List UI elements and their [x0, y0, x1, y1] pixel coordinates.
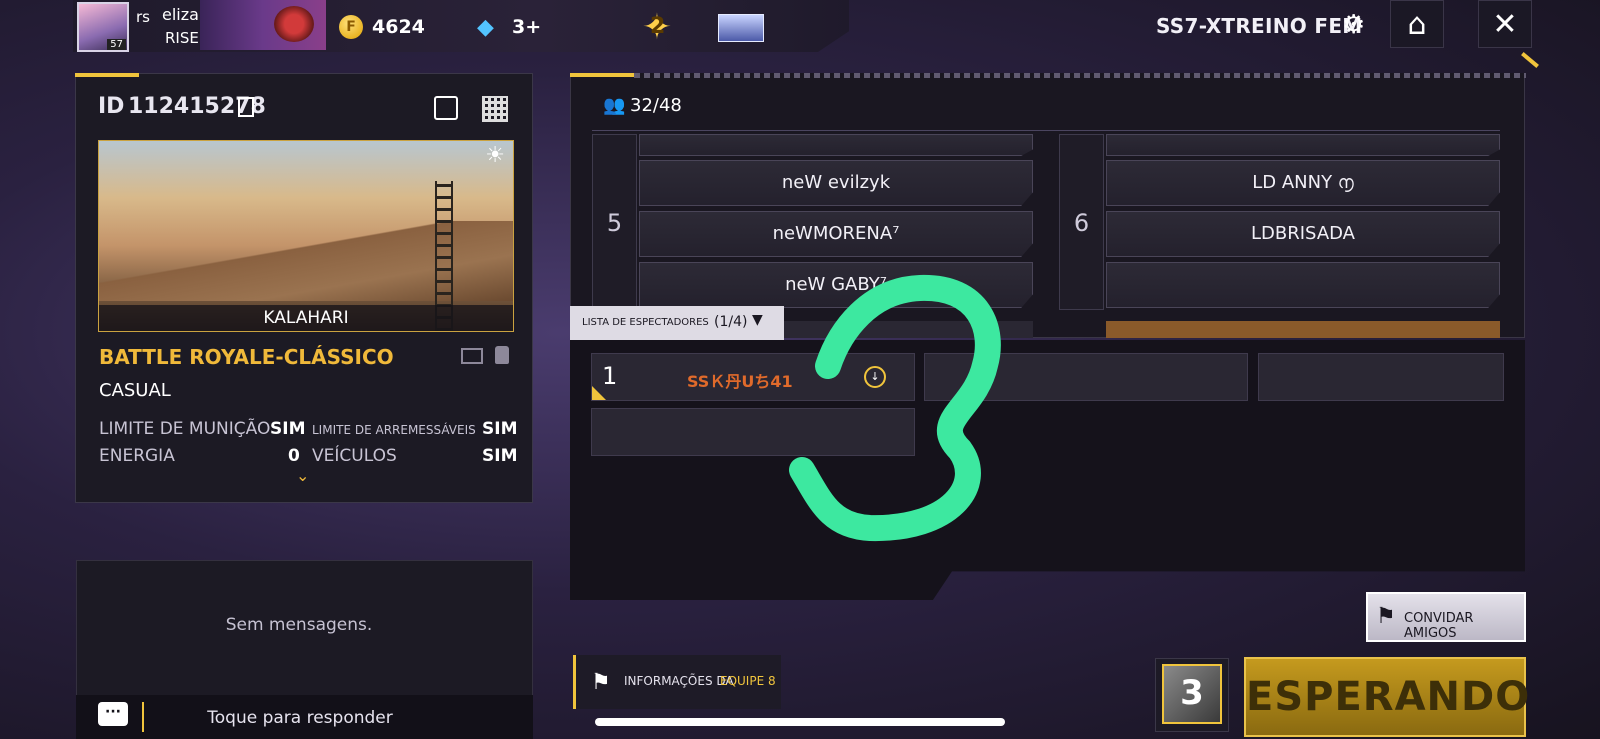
- rule-value: 0: [288, 446, 300, 466]
- panel-accent: [570, 73, 634, 77]
- gear-icon[interactable]: ⚙: [1342, 12, 1368, 38]
- room-type: CASUAL: [99, 380, 171, 401]
- rule-value: SIM: [482, 419, 518, 439]
- team-slot[interactable]: neW evilzyk: [639, 160, 1033, 206]
- rule-label: VEÍCULOS: [312, 446, 397, 466]
- spectator-list-tab[interactable]: LISTA DE ESPECTADORES (1/4) ▼: [570, 306, 784, 340]
- map-preview-image[interactable]: ☀ KALAHARI: [98, 140, 514, 332]
- slot-corner-marker: [592, 386, 606, 400]
- team-number: 5: [592, 134, 637, 310]
- home-icon: ⌂: [1407, 7, 1427, 42]
- rule-label: LIMITE DE ARREMESSÁVEIS: [312, 423, 476, 437]
- team-slot[interactable]: neWMORENA⁷: [639, 211, 1033, 257]
- game-mode: BATTLE ROYALE-CLÁSSICO: [99, 345, 394, 369]
- spectator-tab-count: (1/4): [714, 314, 748, 330]
- spectator-slot[interactable]: [1258, 353, 1504, 401]
- invite-friends-button[interactable]: ⚑ CONVIDAR AMIGOS: [1366, 592, 1526, 642]
- panel-hatch: [634, 73, 1526, 78]
- lock-icon: [495, 346, 509, 364]
- spectator-name: SSＫ丹Uち41: [687, 372, 793, 391]
- rank-plate-icon[interactable]: [718, 14, 764, 42]
- chevron-down-icon: ▼: [752, 312, 763, 328]
- close-button[interactable]: ✕: [1478, 0, 1532, 48]
- player-avatar[interactable]: 57: [77, 2, 129, 52]
- corner-accent: [1521, 52, 1539, 68]
- map-name: KALAHARI: [99, 305, 513, 331]
- item-count-cube[interactable]: 3: [1162, 664, 1222, 724]
- team-slot[interactable]: LDBRISADA: [1106, 211, 1500, 257]
- player-count: 32/48: [630, 95, 682, 116]
- diamond-count[interactable]: 3+: [512, 16, 541, 38]
- no-cast-icon: [461, 348, 483, 364]
- chat-divider: [142, 702, 144, 732]
- team-info-team: EQUIPE 8: [720, 674, 776, 688]
- team-info-label: INFORMAÇÕES DA: [624, 674, 734, 688]
- rule-label: ENERGIA: [99, 446, 175, 466]
- chat-empty-text: Sem mensagens.: [225, 615, 373, 635]
- divider: [592, 130, 1500, 131]
- coin-count: 4624: [372, 16, 425, 38]
- home-button[interactable]: ⌂: [1390, 0, 1444, 48]
- search-document-icon[interactable]: [434, 96, 458, 120]
- qr-share-icon[interactable]: [482, 96, 508, 122]
- flag-plus-icon: ⚑: [1376, 604, 1396, 629]
- player-level: 57: [107, 39, 126, 50]
- players-icon: 👥: [603, 95, 626, 116]
- team-slot[interactable]: [1106, 321, 1500, 338]
- rule-value: SIM: [270, 419, 306, 439]
- brightness-icon[interactable]: ☀: [485, 143, 505, 168]
- player-tag: rs: [136, 8, 150, 26]
- spectator-tab-label: LISTA DE ESPECTADORES: [582, 317, 709, 328]
- room-name: SS7-XTREINO FEM: [1156, 14, 1363, 38]
- invite-label: CONVIDAR AMIGOS: [1404, 611, 1474, 641]
- panel-accent: [75, 73, 139, 77]
- flag-icon: ⚑: [591, 670, 611, 695]
- team-slot[interactable]: [1106, 262, 1500, 308]
- annotation-scribble: [789, 275, 1001, 542]
- team-slot[interactable]: LD ANNY ൱: [1106, 160, 1500, 206]
- guild-emblem-icon: [274, 6, 314, 42]
- team-slot[interactable]: [1106, 134, 1500, 156]
- coin-icon: F: [339, 15, 363, 39]
- rule-value: SIM: [482, 446, 518, 466]
- room-id-label: ID: [98, 94, 125, 119]
- diamond-icon: ◆: [477, 15, 494, 40]
- team-number: 6: [1059, 134, 1104, 310]
- close-icon: ✕: [1492, 7, 1518, 42]
- rank-tier: 2: [650, 14, 666, 39]
- chat-reply-input[interactable]: Toque para responder: [150, 708, 450, 728]
- rule-label: LIMITE DE MUNIÇÃO: [99, 419, 271, 439]
- copy-icon[interactable]: [238, 97, 254, 117]
- waiting-button[interactable]: ESPERANDO: [1244, 657, 1529, 737]
- home-indicator[interactable]: [595, 718, 1005, 726]
- team-slot[interactable]: [639, 134, 1033, 156]
- chat-icon[interactable]: ···: [98, 702, 128, 726]
- expand-chevron-icon[interactable]: ⌄: [296, 466, 309, 485]
